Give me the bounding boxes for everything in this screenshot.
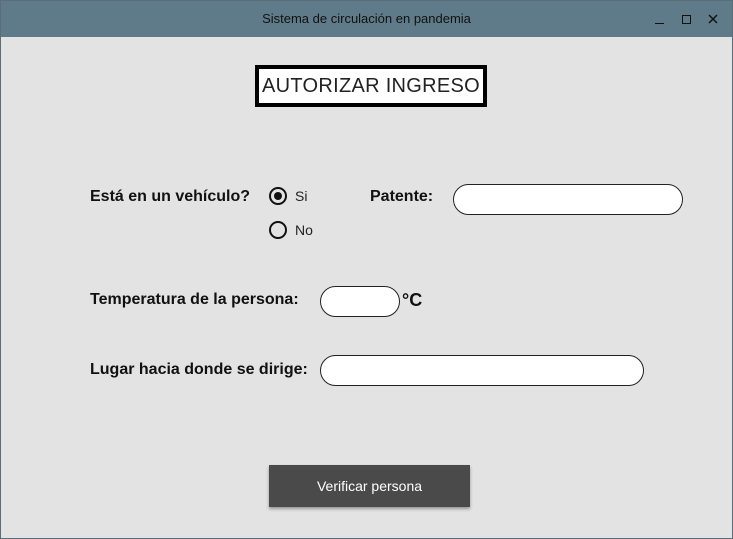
title-bar[interactable]: Sistema de circulación en pandemia: [1, 1, 732, 37]
close-icon: [708, 14, 718, 24]
destination-label: Lugar hacia donde se dirige:: [90, 361, 308, 378]
radio-no[interactable]: No: [269, 221, 313, 239]
patente-input[interactable]: [453, 184, 683, 215]
minimize-icon: [654, 22, 664, 24]
maximize-icon: [681, 14, 691, 24]
vehicle-question-label: Está en un vehículo?: [90, 188, 251, 205]
app-window: Sistema de circulación en pandemia AUTOR…: [0, 0, 733, 539]
window-title: Sistema de circulación en pandemia: [262, 11, 471, 26]
temperature-unit: °C: [402, 290, 423, 310]
page-heading-box: AUTORIZAR INGRESO: [255, 65, 487, 107]
radio-si[interactable]: Si: [269, 187, 307, 205]
radio-si-label: Si: [295, 188, 308, 204]
destination-input[interactable]: [320, 355, 644, 386]
radio-no-label: No: [295, 222, 313, 238]
radio-unselected-icon: [269, 221, 287, 239]
temperature-input[interactable]: [320, 286, 400, 317]
temperature-label: Temperatura de la persona:: [90, 291, 299, 308]
patente-label: Patente:: [370, 188, 434, 205]
page-title: AUTORIZAR INGRESO: [261, 74, 481, 97]
maximize-button[interactable]: [673, 1, 699, 37]
minimize-button[interactable]: [646, 1, 672, 37]
radio-selected-icon: [269, 187, 287, 205]
close-button[interactable]: [700, 1, 726, 37]
verify-person-button[interactable]: Verificar persona: [269, 465, 470, 507]
